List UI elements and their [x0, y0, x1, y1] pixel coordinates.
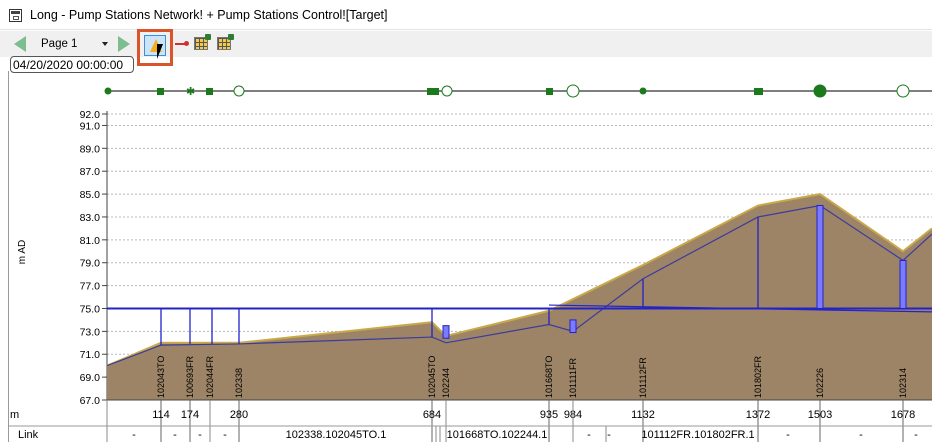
y-tick-label: 67.0 [80, 395, 101, 407]
y-tick-label: 79.0 [80, 258, 101, 270]
link-cell[interactable]: - [859, 429, 863, 441]
node-marker[interactable]: ✱ [186, 86, 195, 98]
link-cell[interactable]: 102338.102045TO.1 [286, 429, 387, 441]
ground-area [107, 194, 932, 400]
pump-marker[interactable] [233, 85, 245, 97]
link-row: - - - - 102338.102045TO.1 101668TO.102244.1 - -… [132, 429, 918, 441]
y-tick-label: 81.0 [80, 235, 101, 247]
node-label: 101112FR [638, 357, 648, 398]
node-marker[interactable] [639, 87, 647, 95]
node-label: 102244 [441, 368, 451, 398]
link-cell[interactable]: 101112FR.101802FR.1 [641, 429, 754, 441]
node-label: 102314 [898, 368, 908, 398]
link-row-label: Link [18, 429, 39, 441]
link-cell[interactable]: 101668TO.102244.1 [447, 429, 548, 441]
y-tick-label: 92.0 [80, 109, 101, 121]
wet-well[interactable] [569, 319, 577, 334]
node-label: 102044FR [205, 355, 215, 398]
x-tick-label: 1132 [631, 409, 655, 421]
x-tick-label: 935 [540, 409, 558, 421]
x-axis-unit: m [10, 409, 19, 421]
network-strip: ✱ [104, 84, 932, 98]
plot-area: 102043TO 100693FR 102044FR 102338 102045TO 10… [106, 193, 932, 400]
link-cell[interactable]: - [132, 429, 136, 441]
y-tick-label: 87.0 [80, 166, 101, 178]
node-marker[interactable] [206, 88, 213, 95]
x-tick-label: 1503 [808, 409, 832, 421]
node-label: 101802FR [753, 355, 763, 398]
link-cell[interactable]: - [587, 429, 591, 441]
y-tick-label: 71.0 [80, 349, 101, 361]
node-label: 101111FR [568, 357, 578, 398]
y-tick-label: 75.0 [80, 303, 101, 315]
wet-well[interactable] [442, 325, 450, 339]
link-cell[interactable]: - [786, 429, 790, 441]
node-label: 102043TO [156, 356, 166, 398]
x-tick-label: 1678 [891, 409, 915, 421]
wet-well[interactable] [816, 205, 824, 309]
y-tick-label: 77.0 [80, 281, 101, 293]
pump-marker[interactable] [813, 84, 827, 98]
node-marker[interactable] [546, 88, 553, 95]
x-tick-label: 174 [181, 409, 199, 421]
node-label: 102226 [815, 368, 825, 398]
long-section-chart: ✱ 92.091.0 89.0 87.0 85.0 83.0 81.0 79.0 77.0 75… [8, 84, 932, 442]
link-cell[interactable]: - [173, 429, 177, 441]
y-tick-label: 73.0 [80, 326, 101, 338]
y-tick-label: 85.0 [80, 189, 101, 201]
link-cell[interactable]: - [198, 429, 202, 441]
pump-marker[interactable] [441, 85, 453, 97]
node-marker[interactable] [157, 88, 164, 95]
node-label: 102338 [234, 368, 244, 398]
link-cell[interactable]: - [223, 429, 227, 441]
y-axis-label: m AD [17, 240, 28, 264]
node-marker[interactable] [104, 87, 112, 95]
x-tick-label: 1372 [746, 409, 770, 421]
node-label: 102045TO [427, 356, 437, 398]
y-tick-label: 89.0 [80, 143, 101, 155]
link-cell[interactable]: - [914, 429, 918, 441]
pump-marker[interactable] [566, 84, 580, 98]
x-tick-label: 684 [423, 409, 441, 421]
y-tick-label: 83.0 [80, 212, 101, 224]
node-marker[interactable] [754, 88, 763, 95]
x-tick-label: 114 [152, 409, 170, 421]
node-label: 101668TO [544, 356, 554, 398]
link-cell[interactable]: - [607, 429, 611, 441]
node-marker[interactable] [427, 88, 439, 95]
node-label: 100693FR [185, 355, 195, 398]
wet-well[interactable] [899, 259, 907, 309]
pump-marker[interactable] [896, 84, 910, 98]
y-tick-label: 91.0 [80, 120, 101, 132]
x-tick-label: 280 [230, 409, 248, 421]
y-tick-label: 69.0 [80, 372, 101, 384]
